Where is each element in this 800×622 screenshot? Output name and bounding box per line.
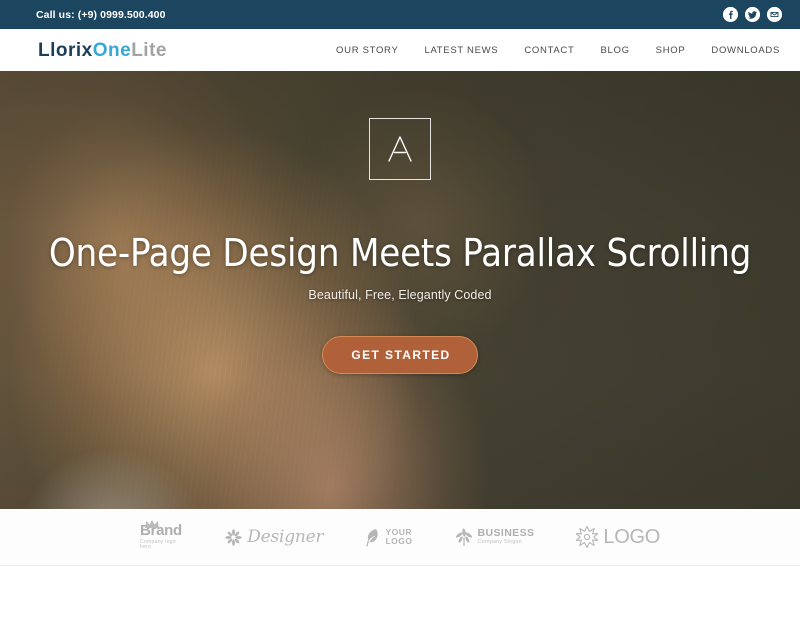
- client-logo-your-logo[interactable]: YOUR LOGO: [365, 528, 412, 547]
- phone-text: Call us: (+9) 0999.500.400: [36, 8, 166, 21]
- client-logos-strip: Brand Company logo here Designer YOUR LO…: [0, 509, 800, 566]
- crown-icon: [144, 519, 160, 529]
- client-your-line2: LOGO: [385, 536, 413, 546]
- client-logo-name: LOGO: [603, 525, 660, 548]
- logo-part-llorix: Llorix: [38, 39, 93, 61]
- page-root: Call us: (+9) 0999.500.400 Llorix One Li…: [0, 0, 800, 622]
- hero-section: One-Page Design Meets Parallax Scrolling…: [0, 71, 800, 509]
- nav-item-shop[interactable]: SHOP: [643, 45, 699, 56]
- hero-headline: One-Page Design Meets Parallax Scrolling: [48, 231, 752, 275]
- hero-content: One-Page Design Meets Parallax Scrolling…: [0, 71, 800, 509]
- below-fold-whitespace: [0, 566, 800, 622]
- site-header: Llorix One Lite OUR STORY LATEST NEWS CONT…: [0, 29, 800, 71]
- main-navigation: OUR STORY LATEST NEWS CONTACT BLOG SHOP …: [323, 45, 784, 56]
- client-logo-brand[interactable]: Brand Company logo here: [140, 520, 183, 551]
- client-logo-business[interactable]: BUSINESS Company Slogan: [455, 528, 535, 546]
- flower-star-icon: [225, 528, 243, 546]
- get-started-button[interactable]: GET STARTED: [322, 335, 478, 374]
- logo-part-one: One: [92, 39, 132, 61]
- leaf-icon: [365, 528, 380, 547]
- client-designer-name: Designer: [247, 527, 324, 547]
- logo-part-lite: Lite: [131, 39, 167, 61]
- top-bar: Call us: (+9) 0999.500.400: [0, 0, 800, 29]
- client-brand-slogan: Company logo here: [140, 538, 176, 551]
- nav-item-contact[interactable]: CONTACT: [511, 45, 587, 56]
- client-logo-logo[interactable]: LOGO: [576, 526, 660, 549]
- starburst-icon: [576, 526, 599, 548]
- nav-item-blog[interactable]: BLOG: [587, 45, 642, 56]
- client-logo-designer[interactable]: Designer: [225, 527, 324, 547]
- client-business-slogan: Company Slogan: [477, 539, 522, 546]
- maple-leaf-icon: [455, 528, 473, 546]
- social-links: [723, 7, 782, 22]
- email-icon[interactable]: [767, 7, 782, 22]
- hero-subheadline: Beautiful, Free, Elegantly Coded: [308, 287, 492, 302]
- nav-item-latest-news[interactable]: LATEST NEWS: [411, 45, 511, 56]
- facebook-icon[interactable]: [723, 7, 738, 22]
- nav-item-downloads[interactable]: DOWNLOADS: [698, 45, 784, 56]
- nav-item-our-story[interactable]: OUR STORY: [323, 45, 411, 56]
- twitter-icon[interactable]: [745, 7, 760, 22]
- lambda-logo-icon: [369, 118, 431, 180]
- site-logo[interactable]: Llorix One Lite: [38, 41, 167, 60]
- client-business-name: BUSINESS: [477, 527, 535, 540]
